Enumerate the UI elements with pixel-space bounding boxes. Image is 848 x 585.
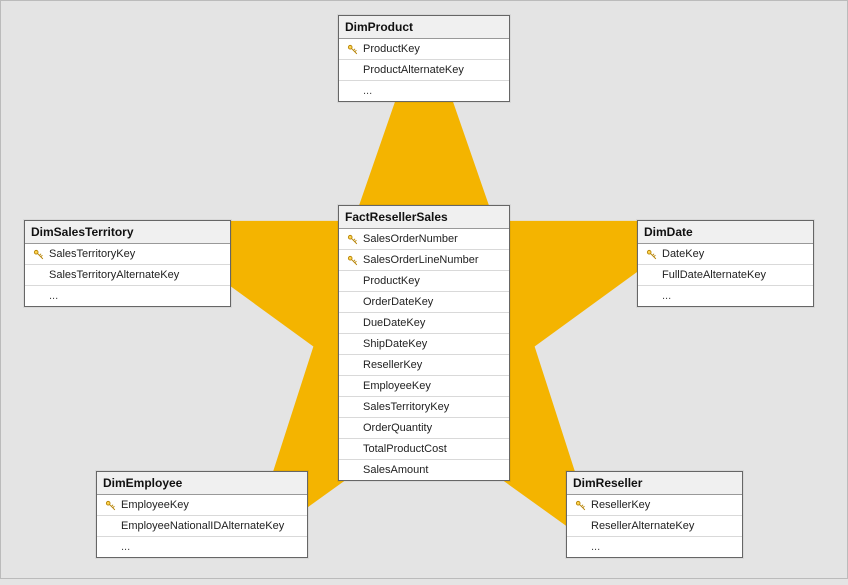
column-row[interactable]: ResellerAlternateKey [567,516,742,537]
column-row[interactable]: EmployeeKey [339,376,509,397]
column-label: DueDateKey [363,317,425,329]
table-header[interactable]: DimEmployee [97,472,307,495]
column-row[interactable]: ... [638,286,813,306]
table-rows: ProductKey ProductAlternateKey... [339,39,509,101]
column-row[interactable]: EmployeeKey [97,495,307,516]
column-label: EmployeeKey [121,499,189,511]
table-dimreseller[interactable]: DimReseller ResellerKey ResellerAlternate… [566,471,743,558]
column-label: SalesAmount [363,464,428,476]
column-row[interactable]: ProductKey [339,271,509,292]
column-label: ... [363,85,372,97]
column-label: SalesTerritoryAlternateKey [49,269,179,281]
table-rows: DateKey FullDateAlternateKey... [638,244,813,306]
column-label: EmployeeKey [363,380,431,392]
column-label: ... [591,541,600,553]
table-header[interactable]: DimReseller [567,472,742,495]
table-header[interactable]: DimProduct [339,16,509,39]
column-label: ShipDateKey [363,338,427,350]
column-row[interactable]: SalesOrderNumber [339,229,509,250]
column-label: ... [49,290,58,302]
primary-key-icon [644,249,658,260]
column-label: ResellerKey [591,499,650,511]
column-label: EmployeeNationalIDAlternateKey [121,520,284,532]
column-label: OrderDateKey [363,296,433,308]
column-row[interactable]: ResellerKey [339,355,509,376]
column-row[interactable]: OrderQuantity [339,418,509,439]
column-row[interactable]: SalesOrderLineNumber [339,250,509,271]
primary-key-icon [345,44,359,55]
column-row[interactable]: ProductAlternateKey [339,60,509,81]
table-header[interactable]: FactResellerSales [339,206,509,229]
table-header[interactable]: DimSalesTerritory [25,221,230,244]
column-label: OrderQuantity [363,422,432,434]
table-dimsalesterritory[interactable]: DimSalesTerritory SalesTerritoryKeySales… [24,220,231,307]
table-dimproduct[interactable]: DimProduct ProductKey ProductAlternateKey… [338,15,510,102]
table-dimemployee[interactable]: DimEmployee EmployeeKey EmployeeNationalI… [96,471,308,558]
column-row[interactable]: OrderDateKey [339,292,509,313]
column-row[interactable]: EmployeeNationalIDAlternateKey [97,516,307,537]
column-label: FullDateAlternateKey [662,269,766,281]
primary-key-icon [31,249,45,260]
column-row[interactable]: SalesTerritoryAlternateKey [25,265,230,286]
primary-key-icon [573,500,587,511]
column-row[interactable]: ProductKey [339,39,509,60]
table-dimdate[interactable]: DimDate DateKey FullDateAlternateKey... [637,220,814,307]
column-label: ... [662,290,671,302]
table-rows: SalesOrderNumber SalesOrderLineNumber Pro… [339,229,509,480]
table-rows: SalesTerritoryKey SalesTerritoryAlternate… [25,244,230,306]
column-row[interactable]: SalesTerritoryKey [339,397,509,418]
column-row[interactable]: TotalProductCost [339,439,509,460]
column-label: TotalProductCost [363,443,447,455]
column-row[interactable]: DueDateKey [339,313,509,334]
column-row[interactable]: DateKey [638,244,813,265]
column-row[interactable]: ... [25,286,230,306]
column-label: SalesOrderNumber [363,233,458,245]
diagram-stage: DimProduct ProductKey ProductAlternateKey… [0,0,848,579]
column-label: ResellerKey [363,359,422,371]
primary-key-icon [345,234,359,245]
column-label: SalesTerritoryKey [363,401,449,413]
table-factresellersales[interactable]: FactResellerSales SalesOrderNumber Sales… [338,205,510,481]
column-label: ProductKey [363,275,420,287]
column-label: SalesOrderLineNumber [363,254,479,266]
column-row[interactable]: ... [339,81,509,101]
column-label: ResellerAlternateKey [591,520,694,532]
column-label: ProductKey [363,43,420,55]
column-row[interactable]: ... [567,537,742,557]
table-header[interactable]: DimDate [638,221,813,244]
column-row[interactable]: FullDateAlternateKey [638,265,813,286]
column-row[interactable]: SalesTerritoryKey [25,244,230,265]
column-row[interactable]: ResellerKey [567,495,742,516]
column-row[interactable]: ... [97,537,307,557]
primary-key-icon [103,500,117,511]
table-rows: ResellerKey ResellerAlternateKey... [567,495,742,557]
column-label: SalesTerritoryKey [49,248,135,260]
primary-key-icon [345,255,359,266]
column-label: ... [121,541,130,553]
column-label: DateKey [662,248,704,260]
column-row[interactable]: ShipDateKey [339,334,509,355]
column-label: ProductAlternateKey [363,64,464,76]
table-rows: EmployeeKey EmployeeNationalIDAlternateKe… [97,495,307,557]
column-row[interactable]: SalesAmount [339,460,509,480]
